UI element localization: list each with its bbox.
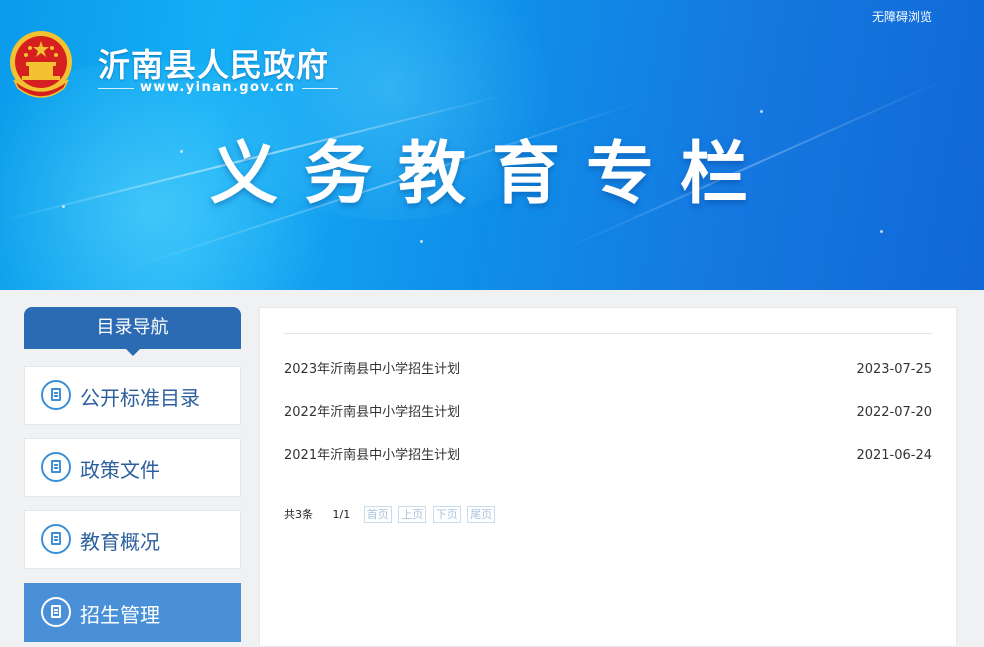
sidebar-item-policy-documents[interactable]: 政策文件 [24,438,241,497]
sidebar-heading: 目录导航 [24,307,241,356]
banner-sparkle [420,240,423,243]
heading-pointer [125,348,141,356]
pager-prev-button[interactable]: 上页 [398,506,427,523]
sidebar-item-enrollment[interactable]: 招生管理 [24,583,241,642]
list-item: 2022年沂南县中小学招生计划 2022-07-20 [284,401,932,425]
sidebar-item-label: 政策文件 [80,458,160,482]
list-item: 2023年沂南县中小学招生计划 2023-07-25 [284,358,932,382]
pager-last-button[interactable]: 尾页 [467,506,496,523]
sidebar-item-education-overview[interactable]: 教育概况 [24,510,241,569]
sidebar-item-standard-catalog[interactable]: 公开标准目录 [24,366,241,425]
divider [284,333,932,334]
pagination: 共3条 1/1 首页 上页 下页 尾页 [284,506,498,524]
article-link[interactable]: 2021年沂南县中小学招生计划 [284,444,460,468]
document-icon [41,452,71,482]
article-date: 2021-06-24 [856,448,932,463]
pager-page: 1/1 [332,508,351,521]
article-list-panel: 2023年沂南县中小学招生计划 2023-07-25 2022年沂南县中小学招生… [259,307,957,647]
sidebar-item-label: 教育概况 [80,530,160,554]
banner-sparkle [880,230,883,233]
sidebar-heading-label: 目录导航 [96,317,169,338]
article-link[interactable]: 2023年沂南县中小学招生计划 [284,358,460,382]
pager-next-button[interactable]: 下页 [432,506,461,523]
article-link[interactable]: 2022年沂南县中小学招生计划 [284,401,460,425]
list-item: 2021年沂南县中小学招生计划 2021-06-24 [284,444,932,468]
document-icon [41,380,71,410]
sidebar-item-label: 招生管理 [80,603,160,627]
banner-sparkle [760,110,763,113]
decor-line [302,88,338,89]
decor-line [98,88,134,89]
document-icon [41,524,71,554]
document-icon [41,597,71,627]
site-url-row: www.yinan.gov.cn [98,80,338,96]
accessibility-link[interactable]: 无障碍浏览 [872,8,932,25]
header-banner: 无障碍浏览 沂南县人民政府 www.yinan.gov.cn 义务教育专栏 [0,0,984,290]
pager-total: 共3条 [284,508,313,521]
article-date: 2022-07-20 [856,405,932,420]
sidebar-item-label: 公开标准目录 [80,386,200,410]
pager-first-button[interactable]: 首页 [363,506,392,523]
site-url: www.yinan.gov.cn [140,80,296,95]
article-date: 2023-07-25 [856,362,932,377]
column-title: 义务教育专栏 [209,135,774,214]
national-emblem-icon [10,31,72,98]
